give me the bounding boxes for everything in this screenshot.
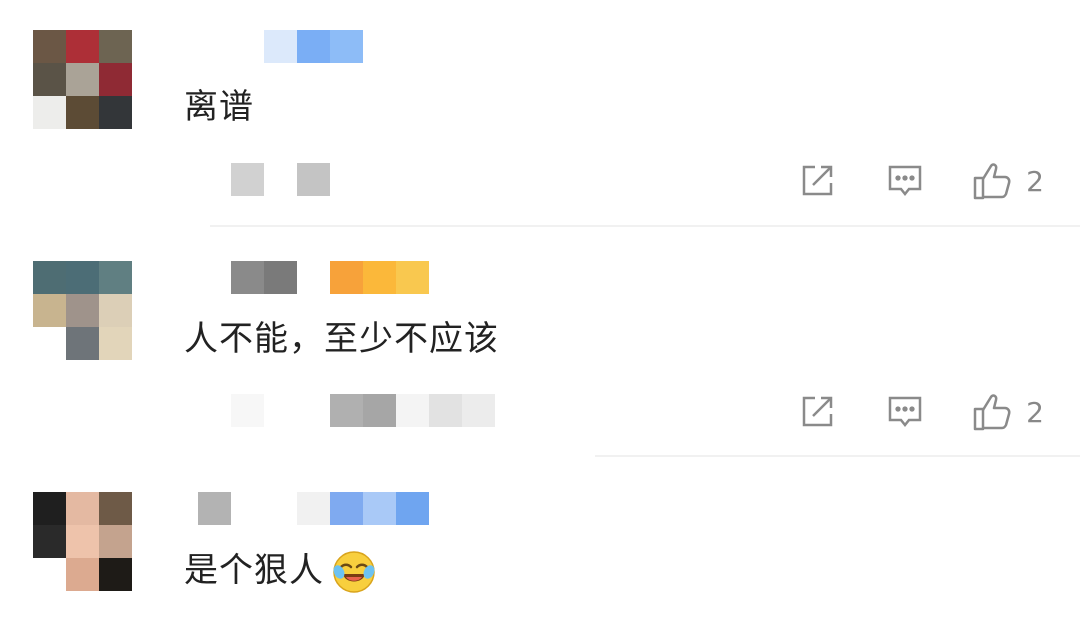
comment-text: 离谱 bbox=[184, 87, 254, 127]
avatar-mosaic-cell bbox=[99, 261, 132, 294]
avatar-mosaic-cell bbox=[33, 261, 66, 294]
mosaic-block bbox=[429, 394, 462, 427]
mosaic-block bbox=[231, 30, 264, 63]
avatar[interactable] bbox=[33, 492, 132, 591]
avatar-mosaic-cell bbox=[33, 63, 66, 96]
avatar-mosaic-cell bbox=[99, 294, 132, 327]
comment-icon bbox=[886, 393, 924, 431]
mosaic-block bbox=[297, 30, 330, 63]
avatar[interactable] bbox=[33, 261, 132, 360]
mosaic-block bbox=[231, 394, 264, 427]
mosaic-block bbox=[363, 394, 396, 427]
mosaic-block bbox=[264, 261, 297, 294]
mosaic-block bbox=[396, 492, 429, 525]
avatar-mosaic-cell bbox=[66, 261, 99, 294]
avatar-mosaic-cell bbox=[66, 63, 99, 96]
username-blurred[interactable] bbox=[198, 30, 363, 63]
comment-icon bbox=[886, 162, 924, 200]
thumbs-up-icon bbox=[972, 161, 1014, 201]
avatar-mosaic-cell bbox=[33, 327, 66, 360]
mosaic-block bbox=[231, 492, 264, 525]
mosaic-block bbox=[330, 261, 363, 294]
mosaic-block bbox=[297, 394, 330, 427]
avatar-mosaic-cell bbox=[33, 294, 66, 327]
avatar-mosaic-cell bbox=[33, 558, 66, 591]
avatar-mosaic-cell bbox=[99, 63, 132, 96]
avatar-mosaic-cell bbox=[66, 30, 99, 63]
mosaic-block bbox=[396, 394, 429, 427]
avatar-mosaic-cell bbox=[99, 525, 132, 558]
mosaic-block bbox=[462, 394, 495, 427]
avatar[interactable] bbox=[33, 30, 132, 129]
avatar-mosaic-cell bbox=[66, 525, 99, 558]
divider bbox=[595, 455, 1080, 457]
avatar-mosaic-cell bbox=[99, 492, 132, 525]
username-blurred[interactable] bbox=[231, 261, 429, 294]
share-icon bbox=[798, 162, 836, 200]
avatar-mosaic-cell bbox=[66, 294, 99, 327]
avatar-mosaic-cell bbox=[33, 525, 66, 558]
mosaic-block bbox=[363, 492, 396, 525]
like-button[interactable]: 2 bbox=[972, 392, 1044, 432]
laugh-cry-emoji-icon bbox=[332, 550, 376, 594]
avatar-mosaic-cell bbox=[66, 558, 99, 591]
avatar-mosaic-cell bbox=[99, 558, 132, 591]
comment-text: 是个狠人 bbox=[184, 550, 376, 594]
comment-text: 人不能，至少不应该 bbox=[184, 319, 499, 359]
thumbs-up-icon bbox=[972, 392, 1014, 432]
mosaic-block bbox=[330, 30, 363, 63]
mosaic-block bbox=[264, 30, 297, 63]
mosaic-block bbox=[231, 261, 264, 294]
like-button[interactable]: 2 bbox=[972, 161, 1044, 201]
mosaic-block bbox=[264, 163, 297, 196]
like-count: 2 bbox=[1026, 395, 1044, 429]
share-button[interactable] bbox=[798, 162, 836, 200]
mosaic-block bbox=[297, 492, 330, 525]
avatar-mosaic-cell bbox=[99, 30, 132, 63]
mosaic-block bbox=[330, 492, 363, 525]
avatar-mosaic-cell bbox=[33, 30, 66, 63]
divider bbox=[210, 225, 1080, 227]
comment-actions: 2 bbox=[798, 161, 1044, 201]
mosaic-block bbox=[297, 261, 330, 294]
mosaic-block bbox=[297, 163, 330, 196]
avatar-mosaic-cell bbox=[99, 96, 132, 129]
avatar-mosaic-cell bbox=[99, 327, 132, 360]
share-button[interactable] bbox=[798, 393, 836, 431]
reply-button[interactable] bbox=[886, 162, 924, 200]
avatar-mosaic-cell bbox=[66, 492, 99, 525]
avatar-mosaic-cell bbox=[33, 492, 66, 525]
mosaic-block bbox=[198, 30, 231, 63]
mosaic-block bbox=[396, 261, 429, 294]
mosaic-block bbox=[198, 492, 231, 525]
mosaic-block bbox=[264, 394, 297, 427]
comment-meta-blurred bbox=[231, 163, 330, 196]
mosaic-block bbox=[330, 394, 363, 427]
avatar-mosaic-cell bbox=[33, 96, 66, 129]
comment-actions: 2 bbox=[798, 392, 1044, 432]
mosaic-block bbox=[231, 163, 264, 196]
mosaic-block bbox=[363, 261, 396, 294]
username-blurred[interactable] bbox=[198, 492, 429, 525]
like-count: 2 bbox=[1026, 164, 1044, 198]
mosaic-block bbox=[264, 492, 297, 525]
comment-text-content: 是个狠人 bbox=[184, 550, 324, 591]
avatar-mosaic-cell bbox=[66, 327, 99, 360]
share-icon bbox=[798, 393, 836, 431]
reply-button[interactable] bbox=[886, 393, 924, 431]
avatar-mosaic-cell bbox=[66, 96, 99, 129]
comment-meta-blurred bbox=[231, 394, 495, 427]
